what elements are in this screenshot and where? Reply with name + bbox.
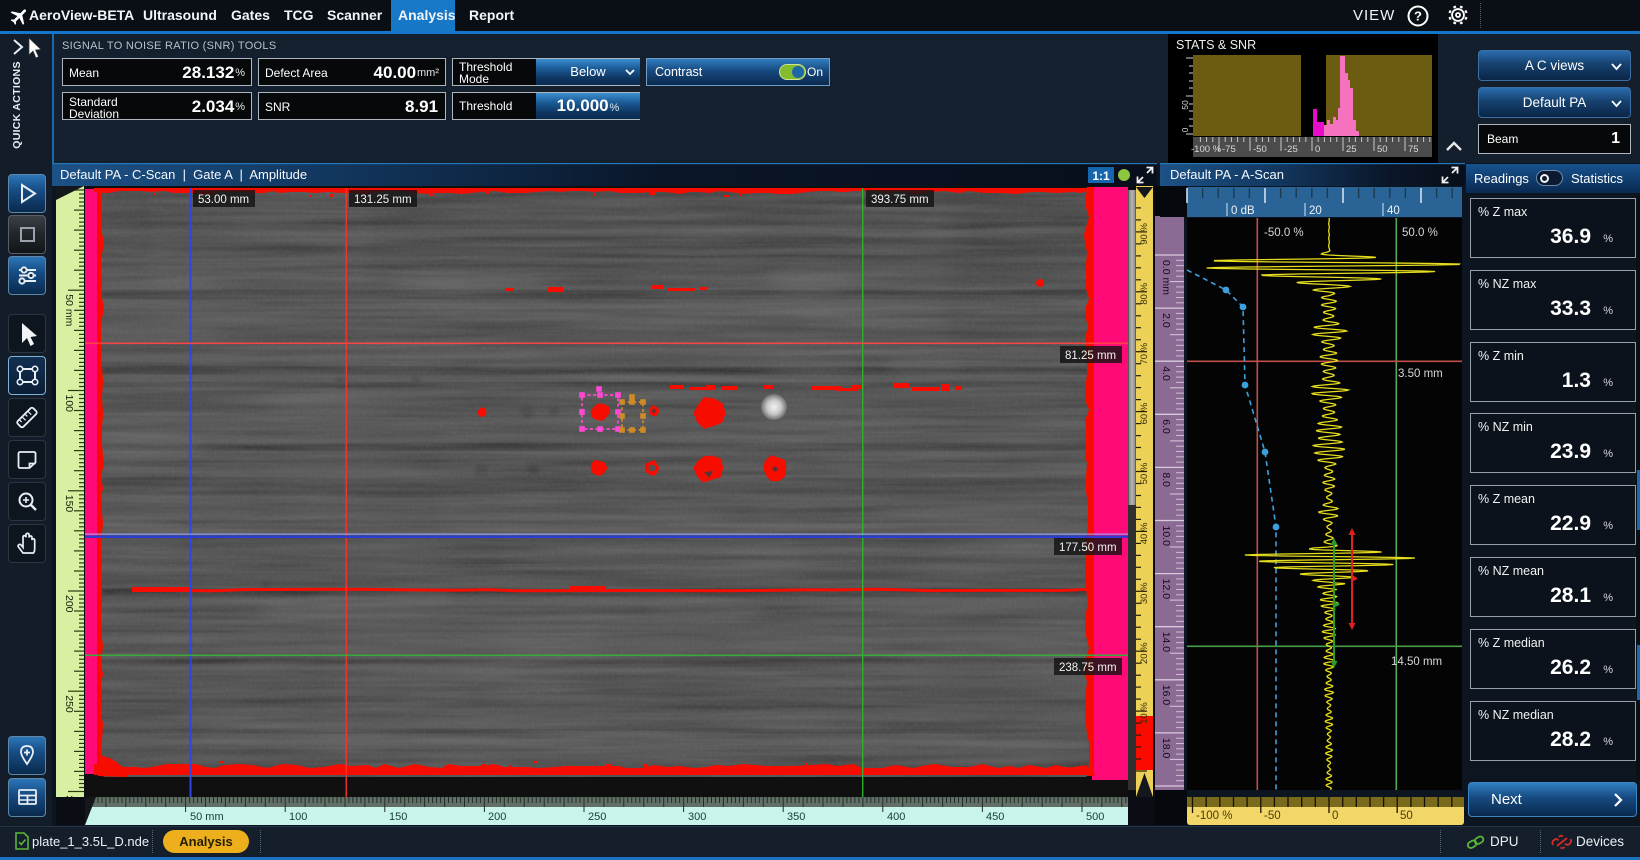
- svg-text:400: 400: [887, 811, 905, 823]
- svg-text:3.50 mm: 3.50 mm: [1398, 368, 1443, 380]
- svg-text:393.75 mm: 393.75 mm: [871, 194, 929, 206]
- svg-text:-50: -50: [1253, 144, 1267, 155]
- svg-text:0 dB: 0 dB: [1231, 205, 1255, 217]
- svg-text:81.25 mm: 81.25 mm: [1065, 350, 1116, 362]
- svg-text:25: 25: [1346, 144, 1357, 155]
- svg-text:53.00 mm: 53.00 mm: [198, 194, 249, 206]
- svg-text:4.0: 4.0: [1160, 366, 1172, 381]
- svg-text:200: 200: [488, 811, 506, 823]
- svg-text:1:1: 1:1: [1092, 169, 1110, 183]
- svg-text:50.0 %: 50.0 %: [1402, 227, 1438, 239]
- svg-text:60 %: 60 %: [1139, 402, 1150, 424]
- svg-text:50 %: 50 %: [1139, 462, 1150, 484]
- svg-text:2.0: 2.0: [1160, 313, 1172, 328]
- svg-text:6.0: 6.0: [1160, 419, 1172, 434]
- svg-text:177.50 mm: 177.50 mm: [1059, 542, 1117, 554]
- svg-text:70 %: 70 %: [1139, 342, 1150, 364]
- svg-text:-75: -75: [1222, 144, 1236, 155]
- svg-text:50 mm: 50 mm: [63, 294, 75, 326]
- svg-text:80 %: 80 %: [1139, 282, 1150, 304]
- svg-text:450: 450: [986, 811, 1004, 823]
- svg-text:0: 0: [1332, 810, 1338, 822]
- svg-text:238.75 mm: 238.75 mm: [1059, 662, 1117, 674]
- svg-text:200: 200: [63, 595, 75, 613]
- svg-text:10 %: 10 %: [1139, 702, 1150, 724]
- svg-text:-100 %: -100 %: [1196, 810, 1232, 822]
- svg-text:100: 100: [63, 395, 75, 413]
- svg-text:30 %: 30 %: [1139, 582, 1150, 604]
- svg-text:100: 100: [289, 811, 307, 823]
- svg-text:75: 75: [1408, 144, 1419, 155]
- svg-text:-25: -25: [1284, 144, 1298, 155]
- svg-text:350: 350: [787, 811, 805, 823]
- svg-text:Default PA - C-Scan | Gate A: Default PA - C-Scan | Gate A | Amplitude: [60, 167, 307, 182]
- svg-text:0.0 mm: 0.0 mm: [1160, 260, 1172, 295]
- svg-text:20: 20: [1309, 205, 1322, 217]
- svg-text:0: 0: [1180, 127, 1190, 132]
- svg-text:18.0: 18.0: [1160, 738, 1172, 759]
- svg-text:50: 50: [1400, 810, 1413, 822]
- svg-text:250: 250: [63, 695, 75, 713]
- svg-text:50 mm: 50 mm: [190, 811, 224, 823]
- svg-text:40: 40: [1387, 205, 1400, 217]
- svg-text:12.0: 12.0: [1160, 579, 1172, 600]
- svg-text:14.0: 14.0: [1160, 632, 1172, 653]
- svg-text:Default PA - A-Scan: Default PA - A-Scan: [1170, 167, 1284, 182]
- svg-text:8.0: 8.0: [1160, 472, 1172, 487]
- svg-text:150: 150: [63, 495, 75, 513]
- svg-text:90 %: 90 %: [1139, 223, 1150, 245]
- svg-text:40 %: 40 %: [1139, 522, 1150, 544]
- svg-text:250: 250: [588, 811, 606, 823]
- svg-text:300: 300: [688, 811, 706, 823]
- svg-text:-50: -50: [1264, 810, 1281, 822]
- svg-text:50: 50: [1180, 100, 1190, 110]
- svg-text:131.25 mm: 131.25 mm: [354, 194, 412, 206]
- svg-text:500: 500: [1086, 811, 1104, 823]
- svg-text:0: 0: [1315, 144, 1320, 155]
- svg-text:?: ?: [1414, 9, 1422, 24]
- svg-text:-100 %: -100 %: [1191, 144, 1222, 155]
- svg-text:50: 50: [1377, 144, 1388, 155]
- svg-text:150: 150: [389, 811, 407, 823]
- svg-text:16.0: 16.0: [1160, 685, 1172, 706]
- svg-text:-50.0 %: -50.0 %: [1264, 227, 1304, 239]
- svg-text:20 %: 20 %: [1139, 642, 1150, 664]
- svg-text:14.50 mm: 14.50 mm: [1391, 656, 1442, 668]
- svg-text:10.0: 10.0: [1160, 526, 1172, 547]
